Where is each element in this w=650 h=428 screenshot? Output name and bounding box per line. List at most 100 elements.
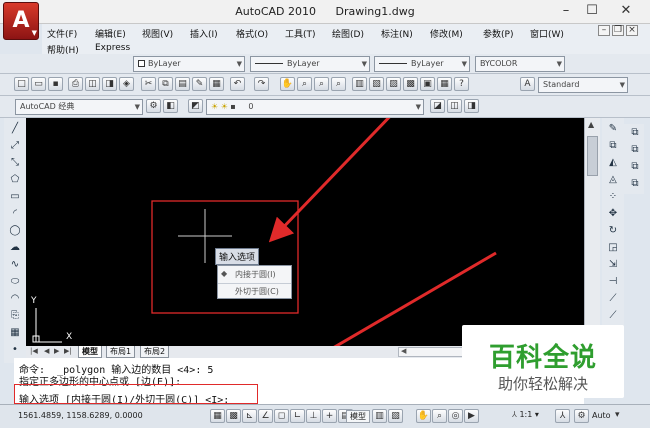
annotation-visibility-icon[interactable]: ⅄ [555, 409, 570, 423]
layer-manager-icon[interactable]: ◩ [188, 99, 203, 113]
showmotion-icon[interactable]: ▶ [464, 409, 479, 423]
workspace-settings-icon[interactable]: ⚙ [146, 99, 161, 113]
workspace-combo[interactable]: AutoCAD 经典 ▼ [15, 99, 143, 115]
tab-first-icon[interactable]: |◀ [30, 347, 38, 355]
rotate-icon[interactable]: ↻ [605, 224, 621, 239]
toolbar-lock-icon[interactable]: ▾ [615, 410, 620, 420]
properties-icon[interactable]: ▥ [352, 77, 367, 91]
scroll-left-icon[interactable]: ◀ [401, 347, 406, 355]
menu-tools[interactable]: 工具(T) [285, 27, 316, 40]
scroll-up-icon[interactable]: ▲ [588, 120, 594, 129]
grid-display-icon[interactable]: ▩ [226, 409, 241, 423]
tab-last-icon[interactable]: ▶| [64, 347, 72, 355]
paste-icon[interactable]: ▤ [175, 77, 190, 91]
markup-icon[interactable]: ▣ [420, 77, 435, 91]
undo-icon[interactable]: ↶ [230, 77, 245, 91]
drawing-canvas[interactable]: Y X 输入选项 ◆ 内接于圆(I) 外切于圆(C) [26, 118, 584, 346]
copy-icon[interactable]: ⧉ [158, 77, 173, 91]
design-center-icon[interactable]: ▧ [369, 77, 384, 91]
polyline-icon[interactable]: ⤡ [7, 156, 23, 171]
publish-icon[interactable]: ◨ [102, 77, 117, 91]
mirror-icon[interactable]: ◭ [605, 156, 621, 171]
zoom-realtime-icon[interactable]: ⌕ [297, 77, 312, 91]
send-under-icon[interactable]: ⧉ [627, 177, 643, 192]
match-properties-icon[interactable]: ✎ [192, 77, 207, 91]
line-icon[interactable]: ╱ [7, 122, 23, 137]
workspace-switch-icon[interactable]: ⚙ [574, 409, 589, 423]
tab-layout1[interactable]: 布局1 [106, 346, 136, 358]
layout-quick-view-icon[interactable]: ▥ [372, 409, 387, 423]
scale-icon[interactable]: ◲ [605, 241, 621, 256]
ortho-mode-icon[interactable]: ⊾ [242, 409, 257, 423]
mdi-close-button[interactable]: × [626, 25, 638, 36]
arc-icon[interactable]: ◜ [7, 207, 23, 222]
break-icon[interactable]: ⟋ [605, 309, 621, 324]
trim-icon[interactable]: ⊣ [605, 275, 621, 290]
menu-express[interactable]: Express [95, 43, 130, 53]
insert-block-icon[interactable]: ⎘ [7, 309, 23, 324]
option-inscribed[interactable]: 内接于圆(I) [235, 269, 276, 280]
menu-insert[interactable]: 插入(I) [190, 27, 218, 40]
offset-icon[interactable]: ◬ [605, 173, 621, 188]
plotstyle-combo[interactable]: BYCOLOR ▼ [475, 56, 565, 72]
menu-edit[interactable]: 编辑(E) [95, 27, 126, 40]
snap-mode-icon[interactable]: ▦ [210, 409, 225, 423]
erase-icon[interactable]: ✎ [605, 122, 621, 137]
maximize-button[interactable]: ☐ [583, 3, 601, 18]
zoom-window-icon[interactable]: ⌕ [314, 77, 329, 91]
drawing-quick-view-icon[interactable]: ▧ [388, 409, 403, 423]
polar-tracking-icon[interactable]: ∠ [258, 409, 273, 423]
menu-format[interactable]: 格式(O) [236, 27, 268, 40]
steering-wheel-icon[interactable]: ◎ [448, 409, 463, 423]
menu-parametric[interactable]: 参数(P) [483, 27, 513, 40]
send-back-icon[interactable]: ⧉ [627, 143, 643, 158]
redo-icon[interactable]: ↷ [254, 77, 269, 91]
tab-model[interactable]: 模型 [78, 346, 102, 358]
make-current-layer-icon[interactable]: ◪ [430, 99, 445, 113]
new-icon[interactable]: □ [14, 77, 29, 91]
layer-states-icon[interactable]: ◨ [464, 99, 479, 113]
dynamic-input-icon[interactable]: + [322, 409, 337, 423]
menu-modify[interactable]: 修改(M) [430, 27, 463, 40]
zoom-status-icon[interactable]: ⌕ [432, 409, 447, 423]
open-icon[interactable]: ▭ [31, 77, 46, 91]
calculator-icon[interactable]: ▦ [437, 77, 452, 91]
tab-layout2[interactable]: 布局2 [140, 346, 170, 358]
circle-icon[interactable]: ◯ [7, 224, 23, 239]
application-menu-button[interactable]: A ▼ [3, 2, 39, 40]
construction-line-icon[interactable]: ⤢ [7, 139, 23, 154]
point-icon[interactable]: • [7, 343, 23, 358]
vertical-scrollbar[interactable]: ▲ ▼ [584, 118, 600, 358]
print-preview-icon[interactable]: ◫ [85, 77, 100, 91]
color-combo[interactable]: ByLayer ▼ [133, 56, 245, 72]
otrack-icon[interactable]: ∟ [290, 409, 305, 423]
option-circumscribed[interactable]: 外切于圆(C) [235, 286, 279, 297]
layer-properties-icon[interactable]: ◧ [163, 99, 178, 113]
block-editor-icon[interactable]: ▦ [209, 77, 224, 91]
array-icon[interactable]: ⁘ [605, 190, 621, 205]
tool-palettes-icon[interactable]: ▨ [386, 77, 401, 91]
3d-dwf-icon[interactable]: ◈ [119, 77, 134, 91]
annotation-scale[interactable]: ⅄ 1:1 ▾ [512, 410, 539, 419]
mdi-minimize-button[interactable]: – [598, 25, 610, 36]
ducs-icon[interactable]: ⊥ [306, 409, 321, 423]
move-icon[interactable]: ✥ [605, 207, 621, 222]
linetype-combo[interactable]: ByLayer ▼ [250, 56, 370, 72]
model-space-button[interactable]: 模型 [346, 410, 370, 423]
layer-previous-icon[interactable]: ◫ [447, 99, 462, 113]
pan-status-icon[interactable]: ✋ [416, 409, 431, 423]
bring-above-icon[interactable]: ⧉ [627, 160, 643, 175]
copy-object-icon[interactable]: ⧉ [605, 139, 621, 154]
spline-icon[interactable]: ∿ [7, 258, 23, 273]
menu-dimension[interactable]: 标注(N) [381, 27, 413, 40]
rectangle-icon[interactable]: ▭ [7, 190, 23, 205]
cut-icon[interactable]: ✂ [141, 77, 156, 91]
auto-scale-button[interactable]: Auto [592, 411, 611, 420]
tab-prev-icon[interactable]: ◀ [44, 347, 49, 355]
mdi-restore-button[interactable]: ❐ [612, 25, 624, 36]
text-style-icon[interactable]: A [520, 77, 535, 91]
ellipse-icon[interactable]: ⬭ [7, 275, 23, 290]
extend-icon[interactable]: ⟋ [605, 292, 621, 307]
lineweight-combo[interactable]: ByLayer ▼ [374, 56, 470, 72]
bring-front-icon[interactable]: ⧉ [627, 126, 643, 141]
